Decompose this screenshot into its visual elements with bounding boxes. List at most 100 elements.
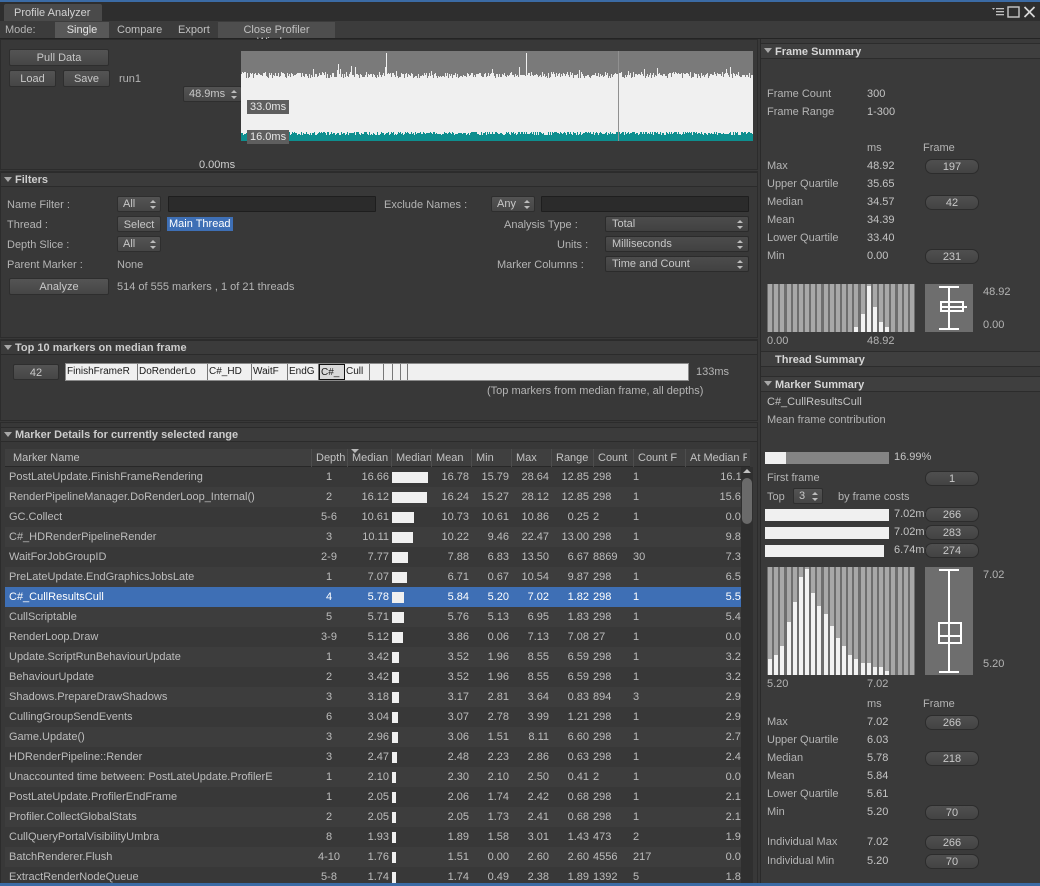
stepper-up-icon[interactable] [150, 200, 156, 203]
stepper-up-icon[interactable] [737, 220, 743, 223]
collapse-arrow-icon[interactable] [764, 381, 772, 386]
column-header-mean[interactable]: Mean [431, 449, 469, 467]
stepper-down-icon[interactable] [150, 206, 156, 209]
collapse-arrow-icon[interactable] [4, 345, 12, 350]
table-row[interactable]: WaitForJobGroupID2-97.777.886.8313.506.6… [5, 547, 750, 567]
stepper-down-icon[interactable] [231, 96, 237, 99]
top10-segment[interactable] [370, 364, 384, 380]
column-header-min[interactable]: Min [471, 449, 509, 467]
scroll-up-icon[interactable] [743, 469, 751, 473]
close-profiler-window-button[interactable]: Close Profiler Window [218, 22, 335, 38]
column-header-medianbar[interactable]: Median [391, 449, 431, 467]
marker-summary-stat-frame-button[interactable]: 70 [925, 805, 979, 820]
table-row[interactable]: PreLateUpdate.EndGraphicsJobsLate17.076.… [5, 567, 750, 587]
collapse-arrow-icon[interactable] [4, 432, 12, 437]
column-header-range[interactable]: Range [551, 449, 589, 467]
marker-summary-stat-frame-button[interactable]: 218 [925, 751, 979, 766]
tab-export[interactable]: Export [170, 22, 212, 38]
stepper-up-icon[interactable] [737, 260, 743, 263]
marker-summary-header[interactable]: Marker Summary [761, 376, 1040, 392]
table-row[interactable]: Shadows.PrepareDrawShadows33.183.172.813… [5, 687, 750, 707]
table-row[interactable]: RenderPipelineManager.DoRenderLoop_Inter… [5, 487, 750, 507]
marker-details-header[interactable]: Marker Details for currently selected ra… [1, 427, 757, 442]
column-header-max[interactable]: Max [511, 449, 549, 467]
top10-segment[interactable]: WaitF [252, 364, 288, 380]
save-button[interactable]: Save [63, 70, 110, 87]
pull-data-button[interactable]: Pull Data [9, 49, 109, 66]
exclude-names-mode-popup[interactable]: Any [491, 196, 535, 212]
top10-segment[interactable]: FinishFrameR [66, 364, 138, 380]
individual-min-frame-button[interactable]: 70 [925, 854, 979, 869]
top10-header[interactable]: Top 10 markers on median frame [1, 340, 757, 355]
close-icon[interactable] [1023, 6, 1036, 18]
frame-summary-stat-frame-button[interactable]: 197 [925, 159, 979, 174]
load-button[interactable]: Load [9, 70, 56, 87]
top-count-popup[interactable]: 3 [793, 488, 823, 504]
marker-columns-popup[interactable]: Time and Count [605, 256, 749, 272]
table-row[interactable]: Update.ScriptRunBehaviourUpdate13.423.52… [5, 647, 750, 667]
thread-summary-header[interactable]: Thread Summary [761, 351, 1040, 367]
table-row[interactable]: PostLateUpdate.FinishFrameRendering116.6… [5, 467, 750, 487]
first-frame-button[interactable]: 1 [925, 471, 979, 486]
table-row[interactable]: C#_CullResultsCull45.785.845.207.021.822… [5, 587, 750, 607]
frame-cost-frame-button[interactable]: 266 [925, 507, 979, 522]
collapse-arrow-icon[interactable] [764, 48, 772, 53]
table-scroll-thumb[interactable] [742, 478, 752, 524]
table-row[interactable]: RenderLoop.Draw3-95.123.860.067.137.0827… [5, 627, 750, 647]
top10-segment[interactable]: Cull [345, 364, 370, 380]
analyze-button[interactable]: Analyze [9, 278, 109, 295]
top10-segment[interactable] [384, 364, 393, 380]
thread-value[interactable]: Main Thread [167, 217, 233, 231]
top10-marker-bar[interactable]: FinishFrameRDoRenderLoC#_HDWaitFEndGC#_C… [65, 363, 689, 381]
table-row[interactable]: Profiler.CollectGlobalStats22.052.051.73… [5, 807, 750, 827]
column-header-count[interactable]: Count [593, 449, 631, 467]
stepper-up-icon[interactable] [737, 240, 743, 243]
table-row[interactable]: BehaviourUpdate23.423.521.968.556.592981… [5, 667, 750, 687]
frame-time-graph[interactable] [241, 51, 753, 141]
window-menu-icon[interactable] [990, 6, 1006, 18]
table-row[interactable]: CullQueryPortalVisibilityUmbra81.931.891… [5, 827, 750, 847]
tab-single[interactable]: Single [55, 22, 109, 38]
collapse-arrow-icon[interactable] [4, 177, 12, 182]
frame-cost-frame-button[interactable]: 274 [925, 543, 979, 558]
analysis-type-popup[interactable]: Total [605, 216, 749, 232]
stepper-down-icon[interactable] [812, 498, 818, 501]
table-row[interactable]: Game.Update()32.963.061.518.116.6029812.… [5, 727, 750, 747]
stepper-down-icon[interactable] [150, 246, 156, 249]
stepper-down-icon[interactable] [737, 226, 743, 229]
table-row[interactable]: Unaccounted time between: PostLateUpdate… [5, 767, 750, 787]
top10-segment[interactable]: EndG [288, 364, 319, 380]
individual-max-frame-button[interactable]: 266 [925, 835, 979, 850]
frame-summary-header[interactable]: Frame Summary [761, 43, 1040, 59]
top10-segment[interactable] [393, 364, 401, 380]
top10-segment[interactable] [401, 364, 408, 380]
graph-scale-popup[interactable]: 48.9ms [183, 86, 242, 102]
column-header-name[interactable]: Marker Name [9, 449, 309, 467]
top10-segment[interactable]: C#_HD [208, 364, 252, 380]
maximize-icon[interactable] [1007, 6, 1020, 18]
units-popup[interactable]: Milliseconds [605, 236, 749, 252]
top10-frame-badge[interactable]: 42 [13, 364, 59, 380]
table-row[interactable]: CullingGroupSendEvents63.043.072.783.991… [5, 707, 750, 727]
top10-segment[interactable]: DoRenderLo [138, 364, 208, 380]
top10-segment[interactable]: C#_ [319, 364, 345, 380]
frame-cost-frame-button[interactable]: 283 [925, 525, 979, 540]
column-header-countfr[interactable]: Count Fr [633, 449, 677, 467]
stepper-down-icon[interactable] [737, 246, 743, 249]
table-row[interactable]: PostLateUpdate.ProfilerEndFrame12.052.06… [5, 787, 750, 807]
exclude-names-input[interactable] [541, 196, 749, 212]
table-row[interactable]: GC.Collect5-610.6110.7310.6110.860.25210… [5, 507, 750, 527]
stepper-up-icon[interactable] [524, 200, 530, 203]
table-row[interactable]: HDRenderPipeline::Render32.472.482.232.8… [5, 747, 750, 767]
frame-summary-stat-frame-button[interactable]: 42 [925, 195, 979, 210]
thread-select-button[interactable]: Select [117, 216, 161, 232]
table-row[interactable]: CullScriptable55.715.765.136.951.8329815… [5, 607, 750, 627]
name-filter-mode-popup[interactable]: All [117, 196, 161, 212]
name-filter-input[interactable] [168, 196, 376, 212]
table-scrollbar[interactable] [741, 467, 753, 886]
marker-summary-stat-frame-button[interactable]: 266 [925, 715, 979, 730]
stepper-up-icon[interactable] [231, 90, 237, 93]
stepper-up-icon[interactable] [150, 240, 156, 243]
table-row[interactable]: C#_HDRenderPipelineRender310.1110.229.46… [5, 527, 750, 547]
tab-compare[interactable]: Compare [109, 22, 164, 38]
